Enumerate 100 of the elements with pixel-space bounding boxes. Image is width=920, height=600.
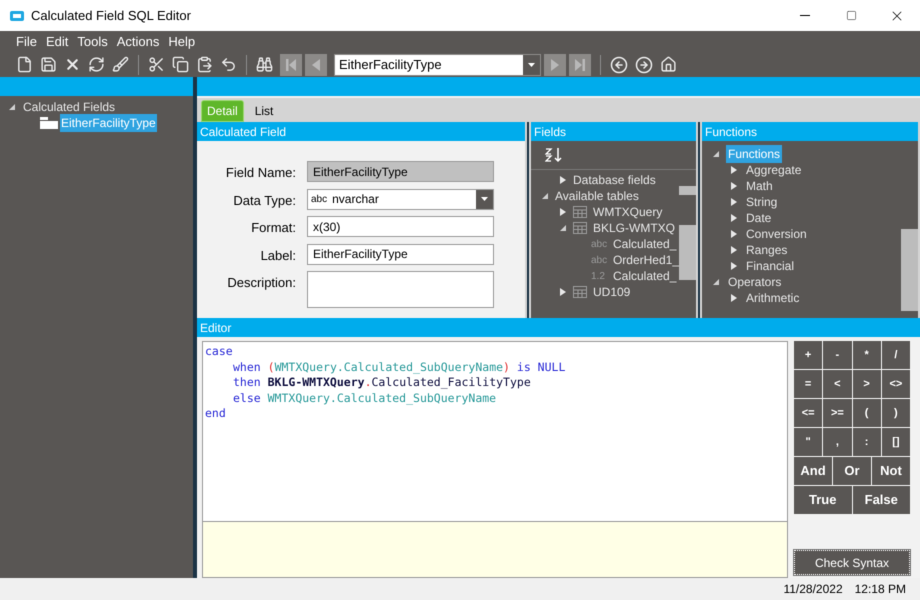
binoculars-icon[interactable] <box>256 56 273 73</box>
tree-item[interactable]: OrderHed1_ <box>612 251 679 269</box>
tree-item[interactable]: BKLG-WMTXQ <box>593 219 676 237</box>
first-record-button[interactable] <box>280 54 302 76</box>
brush-icon[interactable] <box>112 56 129 73</box>
code-line: case <box>204 344 234 360</box>
save-icon[interactable] <box>40 56 57 73</box>
input-field[interactable]: EitherFacilityType <box>307 161 494 182</box>
operator-button[interactable]: True <box>794 486 852 514</box>
menu-item[interactable]: Help <box>168 32 196 52</box>
sort-icon[interactable] <box>545 147 563 163</box>
expand-icon[interactable] <box>730 293 738 303</box>
forward-icon[interactable] <box>635 56 653 74</box>
next-icon <box>550 58 560 72</box>
operator-button[interactable]: <= <box>794 399 822 427</box>
tab[interactable]: List <box>250 100 278 122</box>
status-time: 12:18 PM <box>854 581 906 598</box>
operator-button[interactable]: Not <box>872 457 910 485</box>
first-icon <box>285 58 297 72</box>
collapse-icon[interactable] <box>559 224 567 232</box>
operator-button[interactable]: Or <box>833 457 871 485</box>
tree-item[interactable]: Operators <box>726 273 784 291</box>
collapse-icon[interactable] <box>8 103 16 111</box>
code-line: end <box>204 406 227 422</box>
operator-button[interactable]: < <box>823 370 852 398</box>
operator-button[interactable]: >= <box>823 399 852 427</box>
operator-button[interactable]: [] <box>882 428 910 456</box>
operator-button[interactable]: > <box>852 370 881 398</box>
input-field[interactable]: EitherFacilityType <box>307 244 494 264</box>
operator-button[interactable]: - <box>823 341 852 369</box>
back-icon[interactable] <box>610 56 628 74</box>
caret-icon <box>528 62 535 66</box>
panel-header: Functions <box>702 122 918 141</box>
expand-icon[interactable] <box>559 207 567 217</box>
operator-button[interactable]: * <box>852 341 881 369</box>
tree-item[interactable]: Calculated_ <box>613 235 676 253</box>
operator-button[interactable]: + <box>794 341 822 369</box>
collapse-icon[interactable] <box>712 150 720 158</box>
field-label: Label: <box>260 246 297 264</box>
text-area[interactable] <box>307 271 494 308</box>
window-title: Calculated Field SQL Editor <box>31 6 191 25</box>
operator-button[interactable]: False <box>852 486 910 514</box>
tree-item[interactable]: String <box>744 193 780 211</box>
dropdown[interactable]: abc nvarchar <box>307 188 494 210</box>
collapse-icon[interactable] <box>541 192 549 200</box>
operator-button[interactable]: ( <box>852 399 881 427</box>
cut-icon[interactable] <box>148 56 165 73</box>
input-field[interactable]: x(30) <box>307 216 494 237</box>
last-record-button[interactable] <box>569 54 591 76</box>
operator-button[interactable]: <> <box>882 370 910 398</box>
check-syntax-button[interactable]: Check Syntax <box>794 550 910 575</box>
tree-item[interactable]: Available tables <box>555 187 639 205</box>
code-line: else WMTXQuery.Calculated_SubQueryName <box>232 390 498 406</box>
operator-button[interactable]: = <box>794 370 822 398</box>
tree-item[interactable]: Aggregate <box>744 161 804 179</box>
maximize-icon <box>846 10 856 21</box>
tree-item[interactable]: Database fields <box>573 171 656 189</box>
expand-icon[interactable] <box>559 287 567 297</box>
code-editor[interactable]: case when (WMTXQuery.Calculated_SubQueryName) is NULL then BKLG-WMTXQuery.Calculated_FacilityType else WMTXQuery.Calculated_SubQueryName end <box>202 341 788 522</box>
next-record-button[interactable] <box>544 54 566 76</box>
paste-icon[interactable] <box>196 56 213 73</box>
menu-item[interactable]: File <box>16 32 37 52</box>
tree-item[interactable]: Date <box>744 209 774 227</box>
refresh-icon[interactable] <box>88 56 105 73</box>
table-icon <box>573 222 587 234</box>
tree-item[interactable]: UD109 <box>593 283 630 301</box>
tree-item[interactable]: Arithmetic <box>744 289 802 307</box>
operator-button[interactable]: ) <box>882 399 910 427</box>
table-icon <box>573 286 587 298</box>
app-icon <box>10 10 24 20</box>
menu-item[interactable]: Edit <box>46 32 68 52</box>
operator-button[interactable]: " <box>794 428 822 456</box>
type-label: abc <box>591 238 607 252</box>
collapse-icon[interactable] <box>712 278 720 286</box>
undo-icon[interactable] <box>220 56 237 73</box>
record-dropdown[interactable]: EitherFacilityType <box>334 54 541 76</box>
code-line: then BKLG-WMTXQuery.Calculated_FacilityType <box>232 375 532 390</box>
menu-item[interactable]: Tools <box>77 32 108 52</box>
menu-item[interactable]: Actions <box>116 32 160 52</box>
last-icon <box>574 58 586 72</box>
type-label: 1.2 <box>591 270 606 284</box>
panel-header: Editor <box>197 318 920 337</box>
operator-button[interactable]: : <box>852 428 881 456</box>
operator-button[interactable]: / <box>882 341 910 369</box>
folder-icon <box>40 117 58 129</box>
tree-item[interactable]: Calculated_ <box>613 267 676 285</box>
tree-item[interactable]: Financial <box>744 257 796 275</box>
tree-item[interactable]: Calculated Fields <box>22 98 116 116</box>
home-icon[interactable] <box>660 56 677 73</box>
delete-icon[interactable] <box>64 56 81 73</box>
new-icon[interactable] <box>16 56 33 73</box>
tree-item[interactable]: Ranges <box>744 241 790 259</box>
previous-record-button[interactable] <box>305 54 327 76</box>
operator-button[interactable]: , <box>823 428 852 456</box>
copy-icon[interactable] <box>172 56 189 73</box>
tree-item[interactable]: Conversion <box>744 225 809 243</box>
operator-button[interactable]: And <box>794 457 832 485</box>
tree-item[interactable]: Math <box>744 177 775 195</box>
expand-icon[interactable] <box>559 175 567 185</box>
tree-item[interactable]: WMTXQuery <box>593 203 662 221</box>
